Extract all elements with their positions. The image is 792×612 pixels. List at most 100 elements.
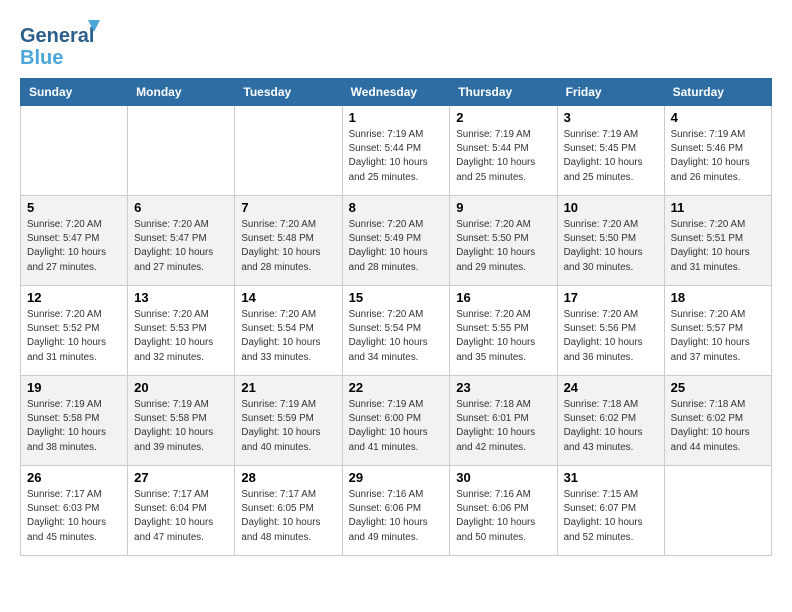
calendar-cell: 27Sunrise: 7:17 AM Sunset: 6:04 PM Dayli… [128,466,235,556]
calendar-week-row: 1 Sunrise: 7:19 AM Sunset: 5:44 PM Daylig… [21,106,772,196]
day-number: 13 [134,290,228,305]
day-info: Sunrise: 7:20 AM Sunset: 5:47 PM Dayligh… [134,218,228,275]
day-info: Sunrise: 7:20 AM Sunset: 5:47 PM Dayligh… [27,218,121,275]
day-number: 2 [456,110,550,125]
day-number: 11 [671,200,765,215]
calendar-cell: 25 Sunrise: 7:18 AM Sunset: 6:02 PM Dayli… [664,376,771,466]
day-number: 29 [349,470,444,485]
day-number: 1 [349,110,444,125]
calendar-cell: 19 Sunrise: 7:19 AM Sunset: 5:58 PM Dayli… [21,376,128,466]
calendar-cell: 10Sunrise: 7:20 AM Sunset: 5:50 PM Dayli… [557,196,664,286]
day-number: 4 [671,110,765,125]
day-info: Sunrise: 7:19 AM Sunset: 5:58 PM Dayligh… [27,398,121,455]
day-info: Sunrise: 7:20 AM Sunset: 5:50 PM Dayligh… [456,218,550,275]
calendar-cell: 20 Sunrise: 7:19 AM Sunset: 5:58 PM Dayli… [128,376,235,466]
calendar-cell: 28 Sunrise: 7:17 AM Sunset: 6:05 PM Dayli… [235,466,342,556]
day-number: 23 [456,380,550,395]
calendar-cell: 26 Sunrise: 7:17 AM Sunset: 6:03 PM Dayli… [21,466,128,556]
calendar-cell: 3 Sunrise: 7:19 AM Sunset: 5:45 PM Daylig… [557,106,664,196]
day-info: Sunrise: 7:16 AM Sunset: 6:06 PM Dayligh… [349,488,444,545]
calendar-cell: 1 Sunrise: 7:19 AM Sunset: 5:44 PM Daylig… [342,106,450,196]
day-number: 7 [241,200,335,215]
calendar-cell: 16Sunrise: 7:20 AM Sunset: 5:55 PM Dayli… [450,286,557,376]
day-number: 30 [456,470,550,485]
day-number: 22 [349,380,444,395]
calendar-cell: 22 Sunrise: 7:19 AM Sunset: 6:00 PM Dayli… [342,376,450,466]
calendar-cell: 21 Sunrise: 7:19 AM Sunset: 5:59 PM Dayli… [235,376,342,466]
day-info: Sunrise: 7:20 AM Sunset: 5:48 PM Dayligh… [241,218,335,275]
calendar-cell: 9Sunrise: 7:20 AM Sunset: 5:50 PM Daylig… [450,196,557,286]
day-info: Sunrise: 7:18 AM Sunset: 6:02 PM Dayligh… [564,398,658,455]
day-info: Sunrise: 7:15 AM Sunset: 6:07 PM Dayligh… [564,488,658,545]
day-info: Sunrise: 7:20 AM Sunset: 5:57 PM Dayligh… [671,308,765,365]
day-number: 3 [564,110,658,125]
day-info: Sunrise: 7:19 AM Sunset: 5:58 PM Dayligh… [134,398,228,455]
day-number: 24 [564,380,658,395]
day-number: 12 [27,290,121,305]
calendar-cell: 29 Sunrise: 7:16 AM Sunset: 6:06 PM Dayli… [342,466,450,556]
day-info: Sunrise: 7:19 AM Sunset: 5:45 PM Dayligh… [564,128,658,185]
calendar-week-row: 19 Sunrise: 7:19 AM Sunset: 5:58 PM Dayli… [21,376,772,466]
col-header-sunday: Sunday [21,79,128,106]
calendar-cell: 17 Sunrise: 7:20 AM Sunset: 5:56 PM Dayli… [557,286,664,376]
day-info: Sunrise: 7:19 AM Sunset: 6:00 PM Dayligh… [349,398,444,455]
day-info: Sunrise: 7:19 AM Sunset: 5:46 PM Dayligh… [671,128,765,185]
logo-svg: GeneralBlue [20,20,110,68]
calendar-cell: 14 Sunrise: 7:20 AM Sunset: 5:54 PM Dayli… [235,286,342,376]
day-info: Sunrise: 7:20 AM Sunset: 5:56 PM Dayligh… [564,308,658,365]
svg-text:General: General [20,25,94,47]
calendar-table: SundayMondayTuesdayWednesdayThursdayFrid… [20,78,772,556]
day-info: Sunrise: 7:20 AM Sunset: 5:49 PM Dayligh… [349,218,444,275]
calendar-cell: 15Sunrise: 7:20 AM Sunset: 5:54 PM Dayli… [342,286,450,376]
day-number: 25 [671,380,765,395]
day-number: 16 [456,290,550,305]
calendar-cell [128,106,235,196]
col-header-thursday: Thursday [450,79,557,106]
day-info: Sunrise: 7:19 AM Sunset: 5:59 PM Dayligh… [241,398,335,455]
col-header-monday: Monday [128,79,235,106]
col-header-saturday: Saturday [664,79,771,106]
day-info: Sunrise: 7:19 AM Sunset: 5:44 PM Dayligh… [349,128,444,185]
calendar-cell: 30 Sunrise: 7:16 AM Sunset: 6:06 PM Dayli… [450,466,557,556]
day-info: Sunrise: 7:17 AM Sunset: 6:03 PM Dayligh… [27,488,121,545]
calendar-cell: 8Sunrise: 7:20 AM Sunset: 5:49 PM Daylig… [342,196,450,286]
calendar-cell: 2 Sunrise: 7:19 AM Sunset: 5:44 PM Daylig… [450,106,557,196]
calendar-week-row: 5Sunrise: 7:20 AM Sunset: 5:47 PM Daylig… [21,196,772,286]
calendar-cell: 13Sunrise: 7:20 AM Sunset: 5:53 PM Dayli… [128,286,235,376]
day-info: Sunrise: 7:17 AM Sunset: 6:05 PM Dayligh… [241,488,335,545]
day-number: 10 [564,200,658,215]
calendar-cell: 12Sunrise: 7:20 AM Sunset: 5:52 PM Dayli… [21,286,128,376]
calendar-cell: 23 Sunrise: 7:18 AM Sunset: 6:01 PM Dayli… [450,376,557,466]
day-number: 21 [241,380,335,395]
day-info: Sunrise: 7:16 AM Sunset: 6:06 PM Dayligh… [456,488,550,545]
day-info: Sunrise: 7:20 AM Sunset: 5:51 PM Dayligh… [671,218,765,275]
calendar-cell: 6Sunrise: 7:20 AM Sunset: 5:47 PM Daylig… [128,196,235,286]
page-header: GeneralBlue [20,20,772,68]
col-header-friday: Friday [557,79,664,106]
day-number: 19 [27,380,121,395]
day-info: Sunrise: 7:18 AM Sunset: 6:02 PM Dayligh… [671,398,765,455]
day-number: 18 [671,290,765,305]
calendar-cell: 24 Sunrise: 7:18 AM Sunset: 6:02 PM Dayli… [557,376,664,466]
calendar-cell: 31 Sunrise: 7:15 AM Sunset: 6:07 PM Dayli… [557,466,664,556]
day-number: 26 [27,470,121,485]
calendar-cell [21,106,128,196]
calendar-week-row: 26 Sunrise: 7:17 AM Sunset: 6:03 PM Dayli… [21,466,772,556]
calendar-cell: 11 Sunrise: 7:20 AM Sunset: 5:51 PM Dayli… [664,196,771,286]
calendar-week-row: 12Sunrise: 7:20 AM Sunset: 5:52 PM Dayli… [21,286,772,376]
day-number: 20 [134,380,228,395]
calendar-cell: 4 Sunrise: 7:19 AM Sunset: 5:46 PM Daylig… [664,106,771,196]
calendar-header-row: SundayMondayTuesdayWednesdayThursdayFrid… [21,79,772,106]
day-info: Sunrise: 7:18 AM Sunset: 6:01 PM Dayligh… [456,398,550,455]
day-number: 17 [564,290,658,305]
svg-text:Blue: Blue [20,47,63,68]
calendar-cell: 7 Sunrise: 7:20 AM Sunset: 5:48 PM Daylig… [235,196,342,286]
day-number: 14 [241,290,335,305]
day-number: 31 [564,470,658,485]
day-number: 15 [349,290,444,305]
day-info: Sunrise: 7:19 AM Sunset: 5:44 PM Dayligh… [456,128,550,185]
col-header-wednesday: Wednesday [342,79,450,106]
day-info: Sunrise: 7:20 AM Sunset: 5:54 PM Dayligh… [241,308,335,365]
day-number: 28 [241,470,335,485]
col-header-tuesday: Tuesday [235,79,342,106]
